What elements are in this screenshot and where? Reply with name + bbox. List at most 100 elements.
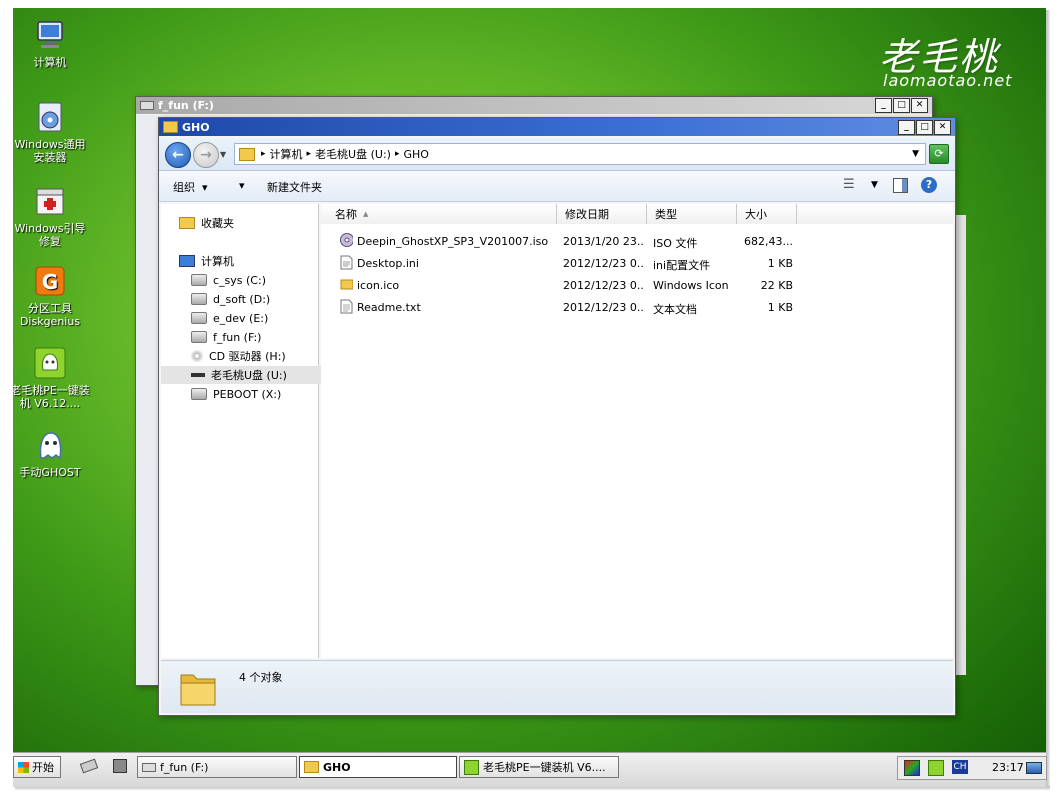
nav-drive-u-selected[interactable]: 老毛桃U盘 (U:) <box>161 366 348 384</box>
shadow-edge <box>1046 10 1050 788</box>
clock[interactable]: 23:17 <box>992 761 1024 774</box>
maximize-button[interactable]: □ <box>893 98 910 113</box>
star-folder-icon <box>179 217 195 229</box>
close-button[interactable]: ✕ <box>911 98 928 113</box>
navigation-pane: 收藏夹 计算机 c_sys (C:) d_soft (D:) e_dev (E:… <box>161 204 348 658</box>
text-file-icon <box>340 299 353 314</box>
laomaotao-icon <box>464 759 479 775</box>
drive-icon <box>140 101 154 110</box>
repair-icon <box>33 184 67 218</box>
details-pane: 4 个对象 <box>161 660 953 713</box>
settings-file-icon <box>340 255 353 270</box>
nav-drive-e[interactable]: e_dev (E:) <box>161 309 348 327</box>
window-gho[interactable]: GHO _ □ ✕ ← → ▼ ▸ 计算机 ▸ 老毛桃U盘 (U:) ▸ GHO… <box>158 117 956 716</box>
view-list-icon[interactable]: ☰ <box>843 177 855 192</box>
nav-drive-h[interactable]: CD 驱动器 (H:) <box>161 347 348 365</box>
monitor-tray-icon[interactable] <box>904 760 920 776</box>
desktop-icon-ghost[interactable]: 手动GHOST <box>13 428 90 479</box>
sort-ascending-icon: ▲ <box>363 210 369 218</box>
icon-file-icon <box>340 279 353 290</box>
nav-drive-c[interactable]: c_sys (C:) <box>161 271 348 289</box>
command-bar: 组织 ▾ ▾ 新建文件夹 ☰ ▼ ? <box>159 171 955 202</box>
nav-drive-x[interactable]: PEBOOT (X:) <box>161 385 348 403</box>
organize-button[interactable]: 组织 ▾ <box>173 179 208 195</box>
chevron-right-icon[interactable]: ▸ <box>395 149 400 159</box>
drive-icon <box>142 762 156 772</box>
laomaotao-tray-icon[interactable] <box>928 760 944 776</box>
taskbar-button-laomaotao[interactable]: 老毛桃PE一键装机 V6.... <box>459 756 619 778</box>
installer-icon <box>33 100 67 134</box>
help-icon[interactable]: ? <box>921 177 937 193</box>
titlebar[interactable]: GHO _ □ ✕ <box>159 118 955 136</box>
titlebar[interactable]: f_fun (F:) _ □ ✕ <box>136 97 932 114</box>
file-row[interactable]: Desktop.ini 2012/12/23 0... ini配置文件 1 KB <box>321 252 953 274</box>
drive-icon <box>191 312 207 324</box>
windows-logo-icon <box>18 761 29 773</box>
drive-icon <box>191 331 207 343</box>
preview-pane-icon[interactable] <box>893 178 908 193</box>
svg-text:G: G <box>42 270 58 294</box>
system-tray: CH 23:17 <box>897 756 1047 780</box>
window-title: f_fun (F:) <box>158 99 214 112</box>
taskbar-button-gho[interactable]: GHO <box>299 756 457 778</box>
drive-icon <box>191 388 207 400</box>
address-field[interactable]: ▸ 计算机 ▸ 老毛桃U盘 (U:) ▸ GHO ▼ <box>234 143 926 165</box>
column-header-size[interactable]: 大小 <box>737 204 797 224</box>
computer-icon <box>33 18 67 52</box>
ghost-icon <box>33 428 67 462</box>
usb-drive-icon <box>191 373 205 377</box>
back-button[interactable]: ← <box>165 142 191 168</box>
desktop-icon-repair[interactable]: Windows引导修复 <box>13 184 90 248</box>
address-dropdown-icon[interactable]: ▼ <box>912 149 919 159</box>
item-count: 4 个对象 <box>239 671 283 684</box>
refresh-button[interactable]: ⟳ <box>929 144 949 164</box>
taskbar: 开始 f_fun (F:) GHO 老毛桃PE一键装机 V6.... CH 23… <box>13 752 1047 787</box>
views-menu-button[interactable]: ▾ <box>239 179 245 192</box>
folder-icon <box>304 761 319 773</box>
desktop-icon-diskgenius[interactable]: G 分区工具Diskgenius <box>13 264 90 328</box>
desktop-icon-computer[interactable]: 计算机 <box>13 18 90 69</box>
start-button[interactable]: 开始 <box>13 756 61 778</box>
iso-disc-icon <box>340 233 353 247</box>
column-header-date[interactable]: 修改日期 <box>557 204 647 224</box>
column-header-name[interactable]: 名称 ▲ <box>321 204 557 224</box>
forward-button[interactable]: → <box>193 142 219 168</box>
breadcrumb-folder[interactable]: GHO <box>403 148 428 161</box>
taskbar-button-f-fun[interactable]: f_fun (F:) <box>137 756 297 778</box>
quicklaunch-tool-icon[interactable] <box>113 759 127 773</box>
folder-icon <box>239 147 255 161</box>
desktop-icon-laomaotao[interactable]: 老毛桃PE一键装机 V6.12.... <box>13 346 90 410</box>
folder-large-icon <box>180 674 216 706</box>
diskgenius-icon: G <box>33 264 67 298</box>
file-row[interactable]: Deepin_GhostXP_SP3_V201007.iso 2013/1/20… <box>321 230 953 252</box>
column-header-type[interactable]: 类型 <box>647 204 737 224</box>
nav-drive-d[interactable]: d_soft (D:) <box>161 290 348 308</box>
computer-icon <box>179 255 195 267</box>
chevron-right-icon[interactable]: ▸ <box>307 149 312 159</box>
logo-url: laomaotao.net <box>883 71 1013 90</box>
nav-computer[interactable]: 计算机 <box>161 252 336 270</box>
desktop-icon-installer[interactable]: Windows通用安装器 <box>13 100 90 164</box>
new-folder-button[interactable]: 新建文件夹 <box>267 179 322 195</box>
window-title: GHO <box>182 120 210 134</box>
laomaotao-icon <box>33 346 67 380</box>
history-dropdown-icon[interactable]: ▼ <box>220 150 226 159</box>
file-row[interactable]: icon.ico 2012/12/23 0... Windows Icon 22… <box>321 274 953 296</box>
nav-drive-f[interactable]: f_fun (F:) <box>161 328 348 346</box>
breadcrumb-computer[interactable]: 计算机 <box>270 146 303 162</box>
quicklaunch-eraser-icon[interactable] <box>79 758 99 774</box>
maximize-button[interactable]: □ <box>916 119 933 135</box>
minimize-button[interactable]: _ <box>875 98 892 113</box>
minimize-button[interactable]: _ <box>898 119 915 135</box>
drive-icon <box>191 274 207 286</box>
chevron-right-icon[interactable]: ▸ <box>261 149 266 159</box>
nav-favorites[interactable]: 收藏夹 <box>161 214 336 232</box>
language-indicator[interactable]: CH <box>952 760 968 774</box>
file-row[interactable]: Readme.txt 2012/12/23 0... 文本文档 1 KB <box>321 296 953 318</box>
breadcrumb-drive[interactable]: 老毛桃U盘 (U:) <box>315 146 391 162</box>
address-bar-area: ← → ▼ ▸ 计算机 ▸ 老毛桃U盘 (U:) ▸ GHO ▼ ⟳ <box>159 138 955 171</box>
file-list: 名称 ▲ 修改日期 类型 大小 Deepin_GhostXP_SP3_V2010… <box>321 204 953 658</box>
view-dropdown-icon[interactable]: ▼ <box>871 180 878 190</box>
network-tray-icon[interactable] <box>1026 762 1042 774</box>
close-button[interactable]: ✕ <box>934 119 951 135</box>
